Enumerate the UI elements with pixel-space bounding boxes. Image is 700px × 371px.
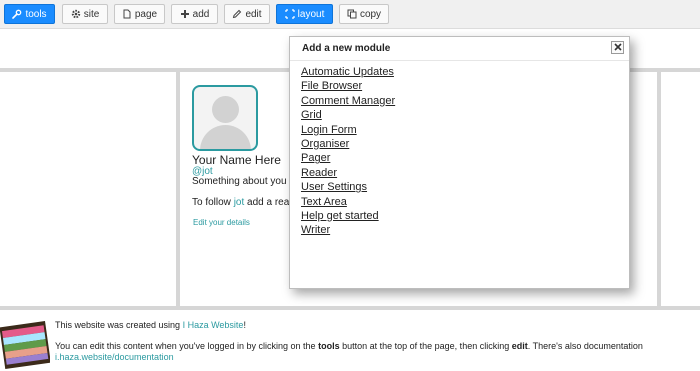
column-divider-right xyxy=(657,71,661,306)
module-link-login-form[interactable]: Login Form xyxy=(301,124,357,136)
haza-website-link[interactable]: I Haza Website xyxy=(183,320,244,330)
module-item: File Browser xyxy=(301,79,395,93)
footer-credit: This website was created using I Haza We… xyxy=(55,320,246,330)
close-button[interactable] xyxy=(611,41,624,54)
module-item: Comment Manager xyxy=(301,94,395,108)
module-item: Writer xyxy=(301,223,395,237)
toolbar: tools site page add edit layout copy xyxy=(0,0,700,29)
avatar[interactable] xyxy=(192,85,258,151)
footer-instr-c: . There's also documentation xyxy=(527,341,643,351)
module-item: Automatic Updates xyxy=(301,65,395,79)
follow-text: To follow jot add a rea xyxy=(192,197,289,208)
edit-details-link[interactable]: Edit your details xyxy=(193,218,250,227)
module-list: Automatic Updates File Browser Comment M… xyxy=(301,65,395,238)
module-item: Reader xyxy=(301,166,395,180)
page-button[interactable]: page xyxy=(114,4,165,24)
row-divider-bottom xyxy=(0,306,700,310)
module-item: Pager xyxy=(301,151,395,165)
gear-icon xyxy=(71,9,81,19)
dialog-title: Add a new module xyxy=(302,43,391,54)
module-item: Grid xyxy=(301,108,395,122)
module-link-user-settings[interactable]: User Settings xyxy=(301,181,367,193)
layout-button[interactable]: layout xyxy=(276,4,333,24)
module-item: User Settings xyxy=(301,180,395,194)
module-link-file-browser[interactable]: File Browser xyxy=(301,80,362,92)
plus-icon xyxy=(180,9,190,19)
module-link-reader[interactable]: Reader xyxy=(301,167,337,179)
footer-instructions: You can edit this content when you've lo… xyxy=(55,341,643,351)
module-item: Help get started xyxy=(301,209,395,223)
module-link-writer[interactable]: Writer xyxy=(301,224,330,236)
module-link-comment-manager[interactable]: Comment Manager xyxy=(301,95,395,107)
column-divider-left xyxy=(176,71,180,306)
module-item: Text Area xyxy=(301,195,395,209)
avatar-body-shape xyxy=(200,125,251,149)
module-link-help-get-started[interactable]: Help get started xyxy=(301,210,379,222)
site-button[interactable]: site xyxy=(62,4,108,24)
layout-icon xyxy=(285,9,295,19)
copy-icon xyxy=(347,9,357,19)
avatar-head-shape xyxy=(212,96,239,123)
haza-logo xyxy=(0,318,51,370)
footer-credit-suffix: ! xyxy=(243,320,246,330)
add-module-dialog: Add a new module Automatic Updates File … xyxy=(289,36,630,289)
add-label: add xyxy=(192,8,210,20)
tools-button[interactable]: tools xyxy=(4,4,55,24)
follow-prefix: To follow xyxy=(192,197,231,208)
copy-button[interactable]: copy xyxy=(339,4,389,24)
module-link-organiser[interactable]: Organiser xyxy=(301,138,349,150)
module-link-grid[interactable]: Grid xyxy=(301,109,322,121)
module-item: Login Form xyxy=(301,123,395,137)
module-item: Organiser xyxy=(301,137,395,151)
edit-label: edit xyxy=(245,8,262,20)
layout-label: layout xyxy=(297,8,325,20)
footer-instr-b: button at the top of the page, then clic… xyxy=(342,341,510,351)
page-icon xyxy=(122,9,132,19)
documentation-link[interactable]: i.haza.website/documentation xyxy=(55,352,174,362)
copy-label: copy xyxy=(359,8,382,20)
follow-suffix: add a rea xyxy=(247,197,290,208)
module-link-text-area[interactable]: Text Area xyxy=(301,196,347,208)
close-icon xyxy=(613,42,622,54)
add-button[interactable]: add xyxy=(171,4,218,24)
tools-label: tools xyxy=(25,8,47,20)
dialog-divider xyxy=(290,60,629,61)
wrench-icon xyxy=(12,9,22,19)
edit-button[interactable]: edit xyxy=(224,4,270,24)
profile-name: Your Name Here xyxy=(192,153,281,167)
footer-instr-edit: edit xyxy=(511,341,528,351)
module-link-automatic-updates[interactable]: Automatic Updates xyxy=(301,66,394,78)
module-link-pager[interactable]: Pager xyxy=(301,152,330,164)
footer-credit-prefix: This website was created using xyxy=(55,320,181,330)
footer-instr-a: You can edit this content when you've lo… xyxy=(55,341,316,351)
profile-about: Something about you xyxy=(192,176,287,187)
follow-link[interactable]: jot xyxy=(234,197,245,208)
pencil-icon xyxy=(232,9,242,19)
page-label: page xyxy=(134,8,158,20)
footer-instr-tools: tools xyxy=(318,341,340,351)
site-label: site xyxy=(83,8,100,20)
